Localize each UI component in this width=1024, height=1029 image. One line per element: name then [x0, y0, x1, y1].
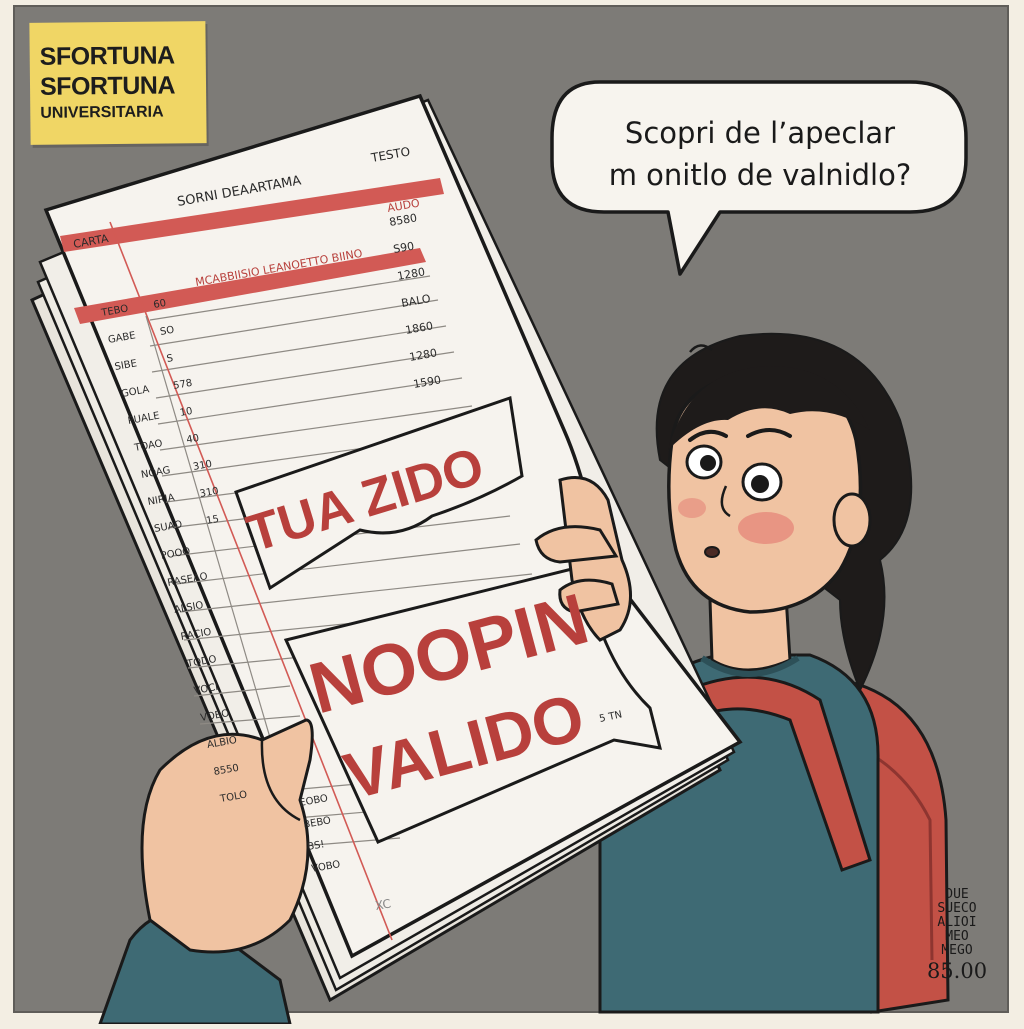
- corner-line-5: MEGO: [941, 943, 973, 958]
- corner-price: 85.00: [926, 959, 988, 983]
- corner-line-3: ALIOI: [937, 915, 977, 930]
- speech-line-2: m onitlo de valnidlo?: [608, 158, 912, 192]
- corner-line-4: MEO: [945, 929, 969, 944]
- corner-line-2: SUECO: [937, 901, 977, 916]
- comic-panel: SFORTUNA SFORTUNA UNIVERSITARIA Scopri d…: [0, 0, 1024, 1026]
- corner-line-1: DUE: [945, 887, 969, 902]
- badge-line-1: SFORTUNA: [39, 41, 175, 71]
- badge-line-2: SFORTUNA: [39, 71, 176, 101]
- speech-line-1: Scopri de l’apeclar: [624, 116, 896, 150]
- speech-text: Scopri de l’apeclar m onitlo de valnidlo…: [570, 112, 950, 196]
- title-badge: SFORTUNA SFORTUNA UNIVERSITARIA: [29, 21, 207, 145]
- badge-line-3: UNIVERSITARIA: [40, 103, 164, 122]
- corner-note: DUE SUECO ALIOI MEO MEGO 85.00: [922, 888, 992, 984]
